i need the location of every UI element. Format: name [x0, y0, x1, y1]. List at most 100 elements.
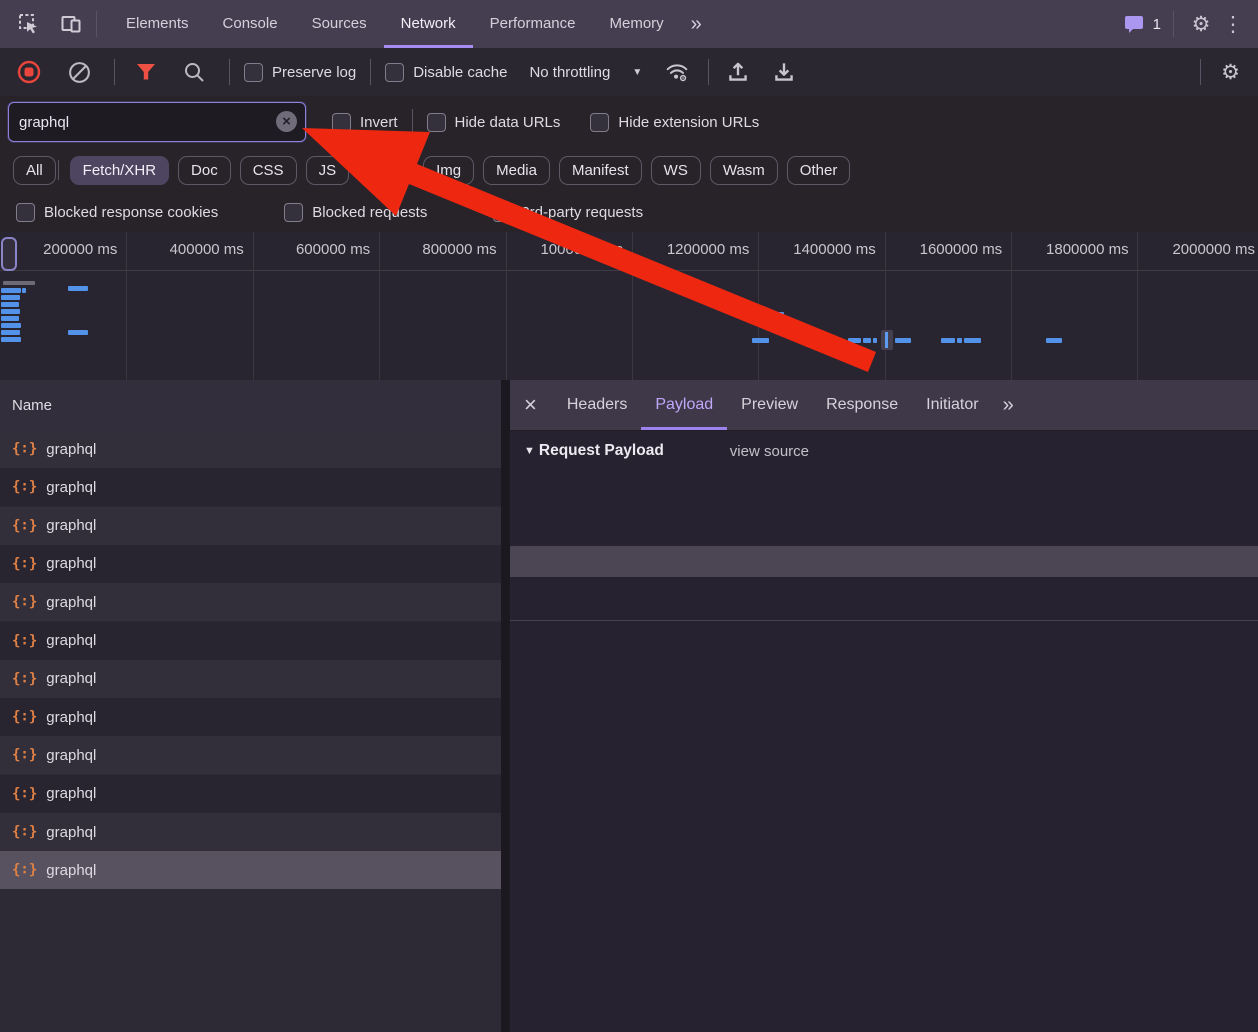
tab-elements[interactable]: Elements	[109, 0, 206, 48]
preserve-log-checkbox[interactable]	[244, 63, 263, 82]
chip-manifest[interactable]: Manifest	[559, 156, 642, 185]
timeline-tick-label: 1600000 ms	[890, 241, 1002, 258]
chip-css[interactable]: CSS	[240, 156, 297, 185]
timeline-gridline	[126, 232, 127, 380]
device-toolbar-icon[interactable]	[58, 11, 84, 37]
hide-extension-urls-control[interactable]: Hide extension URLs	[590, 113, 759, 132]
request-detail-panel: × Headers Payload Preview Response Initi…	[510, 380, 1258, 1032]
divider	[1173, 11, 1174, 37]
kebab-menu-icon[interactable]: ⋮	[1220, 11, 1246, 37]
invert-label: Invert	[360, 114, 398, 131]
panel-divider[interactable]	[501, 380, 510, 1032]
request-row[interactable]: {∶}graphql	[0, 468, 501, 506]
request-payload-section-header[interactable]: ▼ Request Payload view source	[510, 430, 1258, 472]
request-row[interactable]: {∶}graphql	[0, 775, 501, 813]
chip-js[interactable]: JS	[306, 156, 350, 185]
chip-doc[interactable]: Doc	[178, 156, 231, 185]
tab-sources[interactable]: Sources	[295, 0, 384, 48]
chip-img[interactable]: Img	[423, 156, 474, 185]
filter-input[interactable]: graphql ×	[8, 102, 306, 142]
payload-variables-row[interactable]: ▶ variables: {accountTag: "b12e3b2192ee5…	[510, 578, 1258, 609]
hide-extension-urls-checkbox[interactable]	[590, 113, 609, 132]
third-party-requests-checkbox[interactable]	[493, 203, 512, 222]
tab-payload[interactable]: Payload	[641, 380, 727, 430]
fetch-xhr-icon: {∶}	[12, 671, 37, 687]
hide-data-urls-control[interactable]: Hide data URLs	[427, 113, 561, 132]
chip-ws[interactable]: WS	[651, 156, 701, 185]
payload-root-node[interactable]: ▼ {operationName: "ipFlowTimeseries", va…	[510, 480, 1258, 511]
hide-data-urls-checkbox[interactable]	[427, 113, 446, 132]
network-toolbar: Preserve log Disable cache No throttling…	[0, 48, 1258, 97]
export-har-icon[interactable]	[771, 59, 797, 85]
tab-network[interactable]: Network	[384, 0, 473, 48]
request-row[interactable]: {∶}graphql	[0, 813, 501, 851]
tab-initiator[interactable]: Initiator	[912, 380, 992, 430]
invert-control[interactable]: Invert	[332, 113, 398, 132]
chip-wasm[interactable]: Wasm	[710, 156, 778, 185]
record-network-log-icon[interactable]	[16, 59, 42, 85]
network-settings-gear-icon[interactable]: ⚙	[1221, 62, 1240, 83]
collapse-caret-icon[interactable]: ▼	[524, 445, 535, 457]
blocked-response-cookies-control[interactable]: Blocked response cookies	[16, 203, 218, 222]
network-overview-timeline[interactable]: 200000 ms400000 ms600000 ms800000 ms1000…	[0, 232, 1258, 381]
request-row[interactable]: {∶} graphql	[0, 660, 501, 698]
preserve-log-control[interactable]: Preserve log	[244, 63, 356, 82]
chip-other[interactable]: Other	[787, 156, 851, 185]
import-har-icon[interactable]	[725, 59, 751, 85]
waterfall-bar	[1, 323, 21, 328]
chip-font[interactable]: Font	[358, 156, 414, 185]
payload-query-row[interactable]: query: "query ipFlowTimeseries($accountT…	[510, 546, 1258, 577]
throttling-dropdown-caret-icon[interactable]: ▼	[632, 67, 642, 78]
timeline-gridline	[632, 232, 633, 380]
blocked-requests-checkbox[interactable]	[284, 203, 303, 222]
chip-media[interactable]: Media	[483, 156, 550, 185]
clear-filter-icon[interactable]: ×	[276, 111, 297, 132]
timeline-tick-label: 400000 ms	[132, 241, 244, 258]
request-row[interactable]: {∶}graphql	[0, 507, 501, 545]
request-row[interactable]: {∶}graphql	[0, 851, 501, 889]
throttling-select[interactable]: No throttling	[529, 64, 610, 81]
name-column-header[interactable]: Name	[0, 380, 501, 431]
timeline-gridline	[506, 232, 507, 380]
more-tabs-icon[interactable]: »	[681, 13, 712, 36]
request-name: graphql	[46, 670, 96, 687]
timeline-gridline	[1011, 232, 1012, 380]
more-detail-tabs-icon[interactable]: »	[993, 394, 1024, 417]
request-row[interactable]: {∶}graphql	[0, 736, 501, 774]
overview-grip-handle[interactable]	[1, 237, 17, 271]
settings-gear-icon[interactable]: ⚙	[1188, 11, 1214, 37]
tab-response[interactable]: Response	[812, 380, 912, 430]
disable-cache-checkbox[interactable]	[385, 63, 404, 82]
issues-icon[interactable]	[1121, 11, 1147, 37]
tab-headers[interactable]: Headers	[553, 380, 641, 430]
tab-memory[interactable]: Memory	[593, 0, 681, 48]
inspect-element-icon[interactable]	[16, 11, 42, 37]
fetch-xhr-icon: {∶}	[12, 709, 37, 725]
network-conditions-icon[interactable]	[664, 59, 690, 85]
chip-all[interactable]: All	[13, 156, 56, 185]
divider	[412, 109, 413, 135]
third-party-requests-control[interactable]: 3rd-party requests	[493, 203, 643, 222]
tab-console[interactable]: Console	[206, 0, 295, 48]
search-icon[interactable]	[181, 59, 207, 85]
request-name: graphql	[46, 441, 96, 458]
invert-checkbox[interactable]	[332, 113, 351, 132]
fetch-xhr-icon: {∶}	[12, 518, 37, 534]
close-detail-icon[interactable]: ×	[524, 392, 537, 418]
request-row[interactable]: {∶}graphql	[0, 545, 501, 583]
blocked-response-cookies-checkbox[interactable]	[16, 203, 35, 222]
tab-performance[interactable]: Performance	[473, 0, 593, 48]
blocked-requests-control[interactable]: Blocked requests	[284, 203, 427, 222]
payload-operation-row[interactable]: operationName: "ipFlowTimeseries"	[510, 514, 1258, 545]
request-row[interactable]: {∶}graphql	[0, 622, 501, 660]
disable-cache-control[interactable]: Disable cache	[385, 63, 507, 82]
request-row[interactable]: {∶}graphql	[0, 698, 501, 736]
tab-preview[interactable]: Preview	[727, 380, 812, 430]
view-source-link[interactable]: view source	[730, 443, 809, 460]
clear-network-log-icon[interactable]	[66, 59, 92, 85]
chip-fetch-xhr[interactable]: Fetch/XHR	[70, 156, 169, 185]
request-row[interactable]: {∶}graphql	[0, 430, 501, 468]
fetch-xhr-icon: {∶}	[12, 633, 37, 649]
request-row[interactable]: {∶}graphql	[0, 583, 501, 621]
filter-funnel-icon[interactable]	[133, 59, 159, 85]
